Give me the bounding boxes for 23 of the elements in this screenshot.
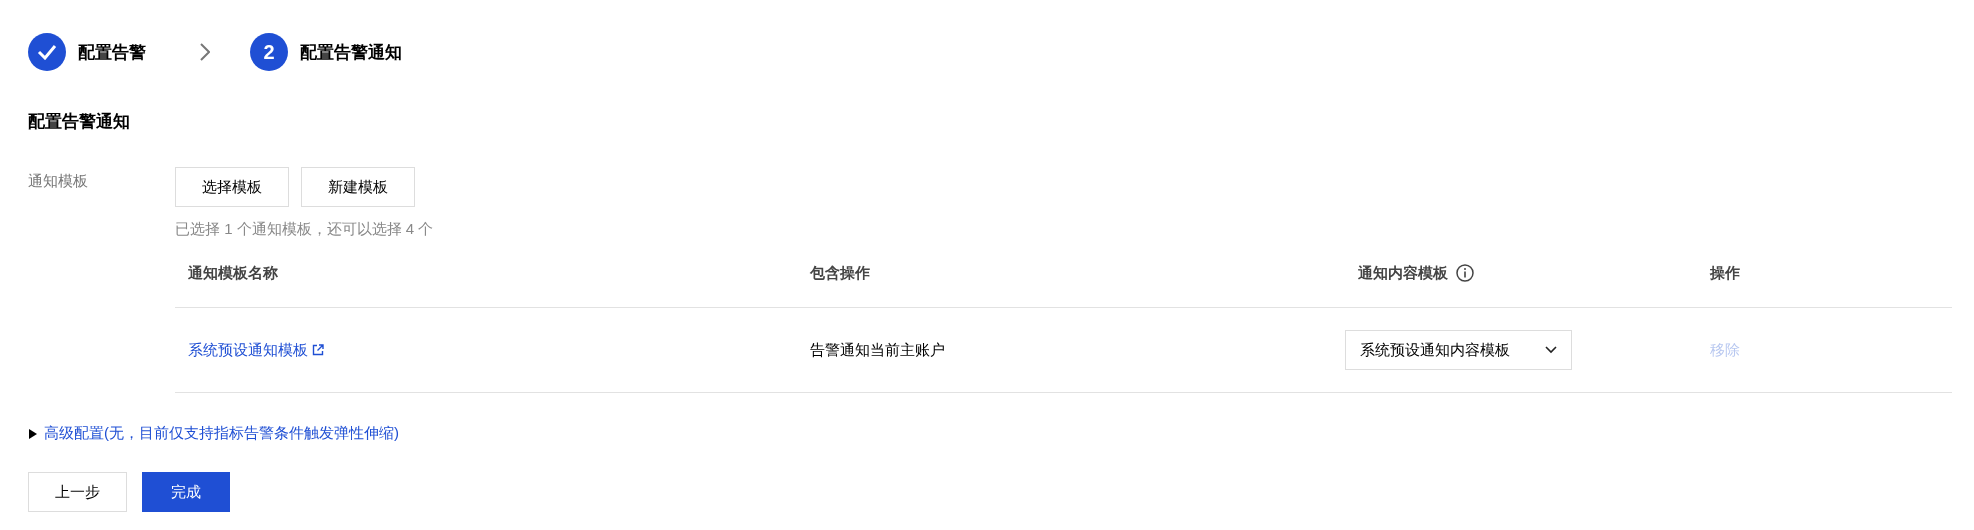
column-header: 通知模板名称 [188, 263, 279, 283]
step-label: 配置告警 [78, 41, 146, 64]
expand-triangle-icon[interactable] [28, 428, 38, 439]
template-link[interactable]: 系统预设通知模板 [188, 340, 324, 360]
template-button[interactable]: 新建模板 [301, 167, 415, 207]
field-label: 通知模板 [28, 171, 89, 191]
finish-button[interactable]: 完成 [142, 472, 230, 512]
column-header: 包含操作 [810, 263, 871, 283]
advanced-config-link[interactable]: 高级配置(无，目前仅支持指标告警条件触发弹性伸缩) [44, 424, 399, 443]
section-title: 配置告警通知 [28, 111, 131, 133]
template-button[interactable]: 选择模板 [175, 167, 289, 207]
chevron-down-icon [1545, 346, 1557, 354]
column-header: 操作 [1710, 263, 1741, 283]
hint-text: 已选择 1 个通知模板，还可以选择 4 个 [175, 220, 435, 239]
info-icon[interactable] [1456, 264, 1474, 282]
previous-button[interactable]: 上一步 [28, 472, 127, 512]
external-link-icon [312, 344, 324, 356]
step-number: 2 [250, 33, 288, 71]
column-header: 通知内容模板 [1358, 263, 1448, 283]
template-select[interactable]: 系统预设通知内容模板 [1345, 330, 1572, 370]
chevron-icon [200, 43, 210, 61]
step-label: 配置告警通知 [300, 41, 402, 64]
table-cell: 告警通知当前主账户 [810, 340, 945, 358]
